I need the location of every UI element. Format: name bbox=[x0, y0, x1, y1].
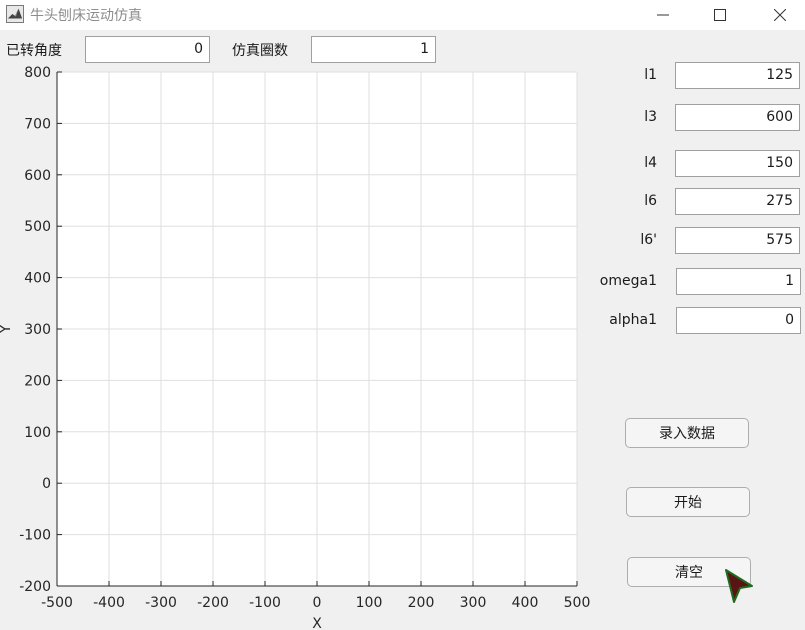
param-field-l6[interactable]: 275 bbox=[675, 188, 800, 215]
x-tick-label: -300 bbox=[145, 595, 177, 611]
title-bar: 牛头刨床运动仿真 bbox=[0, 0, 805, 30]
x-tick-label: 500 bbox=[564, 595, 591, 611]
y-tick-label: -200 bbox=[19, 579, 51, 595]
minimize-button[interactable] bbox=[640, 0, 686, 30]
y-tick-label: 300 bbox=[24, 322, 51, 338]
x-tick-label: -100 bbox=[249, 595, 281, 611]
y-axis-label: Y bbox=[0, 324, 14, 334]
y-tick-label: 600 bbox=[24, 168, 51, 184]
sim-cycles-label: 仿真圈数 bbox=[232, 43, 288, 59]
param-label-omega1: omega1 bbox=[599, 273, 657, 289]
x-tick-label: -200 bbox=[197, 595, 229, 611]
param-label-l6-prime: l6' bbox=[640, 232, 657, 248]
enter-data-button[interactable]: 录入数据 bbox=[625, 418, 749, 448]
y-tick-label: 700 bbox=[24, 116, 51, 132]
plot-axes[interactable]: -500 -400 -300 -200 -100 0 100 200 300 400 500 -200… bbox=[0, 60, 600, 630]
param-field-l1[interactable]: 125 bbox=[675, 62, 800, 89]
param-field-alpha1[interactable]: 0 bbox=[676, 307, 801, 334]
y-tick-label: 200 bbox=[24, 373, 51, 389]
x-tick-label: 200 bbox=[408, 595, 435, 611]
x-tick-label: 300 bbox=[460, 595, 487, 611]
x-tick-label: -500 bbox=[41, 595, 73, 611]
maximize-button[interactable] bbox=[697, 0, 743, 30]
y-tick-label: 100 bbox=[24, 425, 51, 441]
matlab-icon bbox=[6, 5, 24, 23]
param-field-omega1[interactable]: 1 bbox=[676, 268, 801, 295]
param-field-l6-prime[interactable]: 575 bbox=[675, 227, 800, 254]
param-label-l3: l3 bbox=[644, 109, 657, 125]
param-field-l4[interactable]: 150 bbox=[675, 150, 800, 177]
y-tick-label: -100 bbox=[19, 528, 51, 544]
mouse-cursor-icon bbox=[722, 568, 756, 604]
param-label-l4: l4 bbox=[644, 155, 657, 171]
window-title: 牛头刨床运动仿真 bbox=[30, 8, 142, 24]
y-tick-label: 800 bbox=[24, 65, 51, 81]
param-label-l1: l1 bbox=[644, 67, 657, 83]
close-button[interactable] bbox=[757, 0, 803, 30]
y-tick-label: 0 bbox=[42, 476, 51, 492]
x-tick-label: -400 bbox=[93, 595, 125, 611]
start-button[interactable]: 开始 bbox=[626, 487, 750, 517]
x-axis-label: X bbox=[312, 616, 322, 630]
x-tick-label: 100 bbox=[356, 595, 383, 611]
rotated-angle-field[interactable]: 0 bbox=[85, 36, 210, 63]
param-field-l3[interactable]: 600 bbox=[675, 104, 800, 131]
close-icon bbox=[774, 9, 786, 21]
param-label-alpha1: alpha1 bbox=[609, 312, 657, 328]
minimize-icon bbox=[657, 14, 669, 16]
maximize-icon bbox=[714, 9, 726, 21]
y-tick-label: 500 bbox=[24, 219, 51, 235]
sim-cycles-field[interactable]: 1 bbox=[311, 36, 436, 63]
rotated-angle-label: 已转角度 bbox=[6, 43, 62, 59]
x-tick-label: 400 bbox=[512, 595, 539, 611]
x-tick-label: 0 bbox=[313, 595, 322, 611]
param-label-l6: l6 bbox=[644, 193, 657, 209]
y-tick-label: 400 bbox=[24, 271, 51, 287]
